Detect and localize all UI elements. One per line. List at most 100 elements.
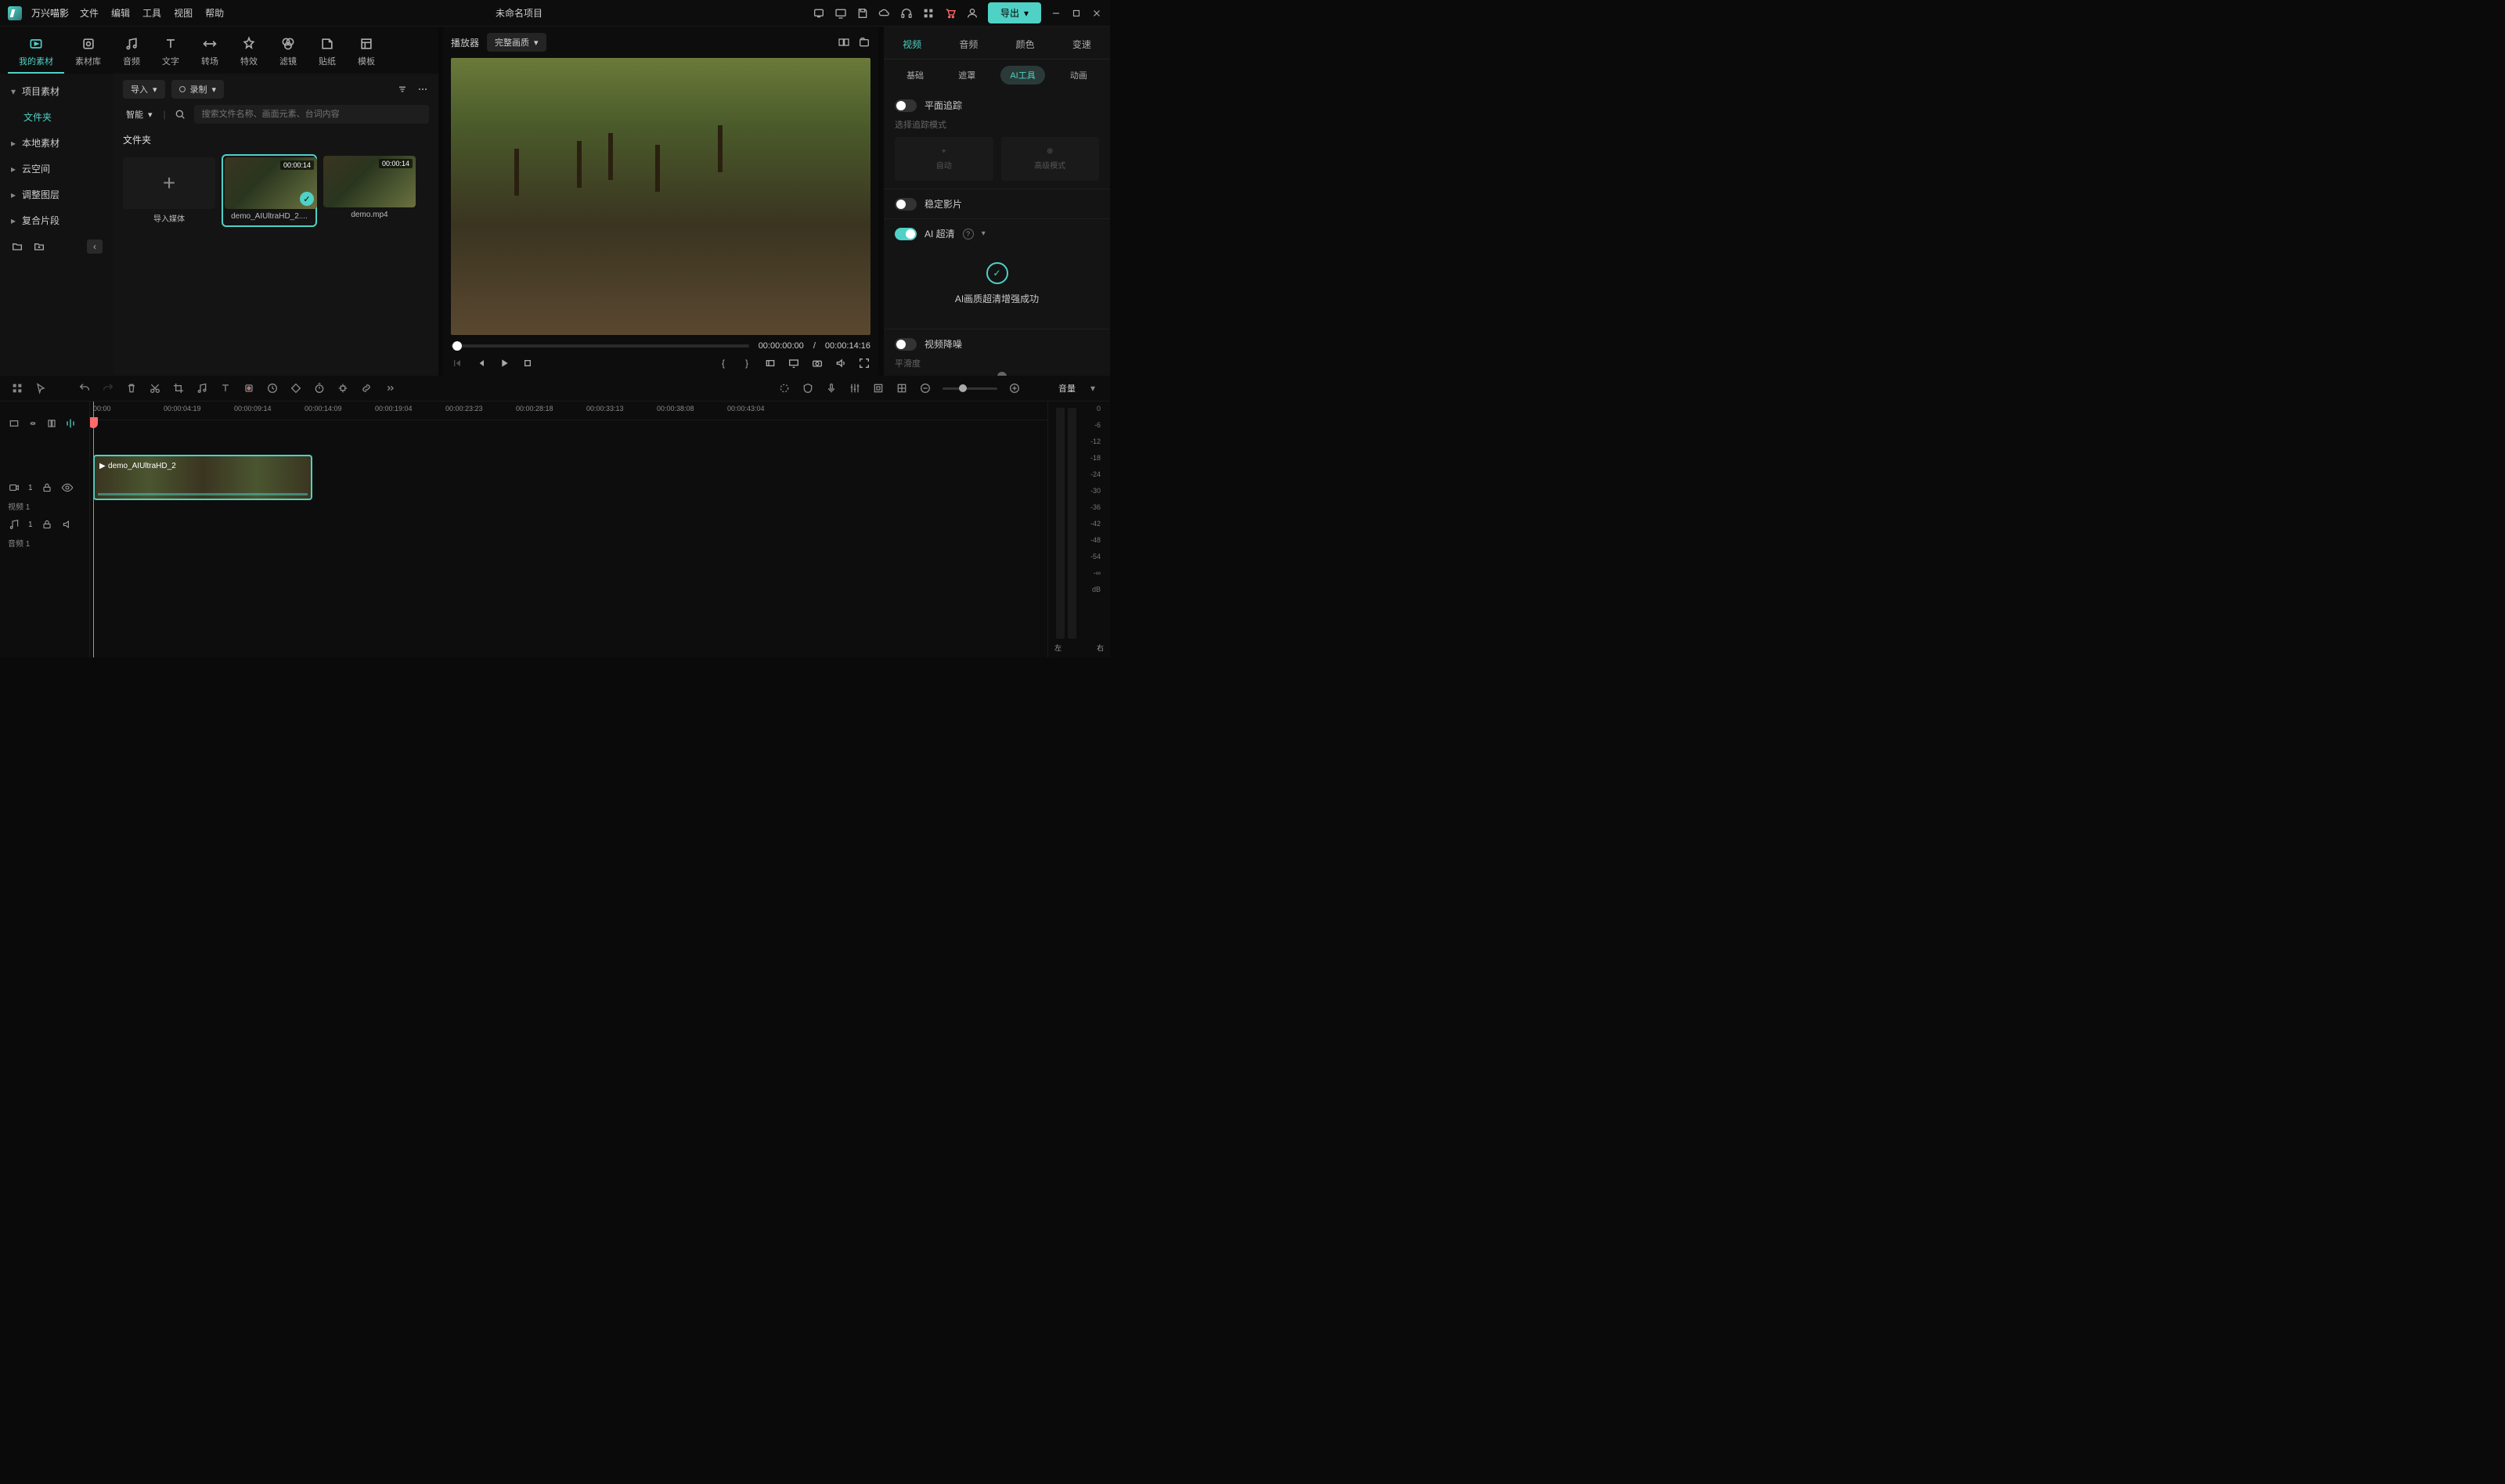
timeline-ruler[interactable]: 00:00 00:00:04:19 00:00:09:14 00:00:14:0… <box>90 402 1047 420</box>
more-icon[interactable] <box>416 83 429 95</box>
menu-help[interactable]: 帮助 <box>204 3 225 23</box>
layout-icon[interactable] <box>11 382 23 394</box>
audio-track-header[interactable]: 1 <box>0 512 89 537</box>
scrub-handle[interactable] <box>452 341 462 351</box>
undo-icon[interactable] <box>78 382 91 394</box>
timer-icon[interactable] <box>313 382 326 394</box>
tl-opt1-icon[interactable] <box>8 417 20 430</box>
compare-icon[interactable] <box>838 36 850 49</box>
pointer-icon[interactable] <box>34 382 47 394</box>
shield-icon[interactable] <box>802 382 814 394</box>
crop-icon[interactable] <box>172 382 185 394</box>
ai-tool-icon[interactable] <box>337 382 349 394</box>
collapse-sidebar-icon[interactable]: ‹ <box>87 240 103 254</box>
marker-icon[interactable] <box>778 382 791 394</box>
speed-tool-icon[interactable] <box>266 382 279 394</box>
save-icon[interactable] <box>856 7 869 20</box>
rp-subtab-animation[interactable]: 动画 <box>1061 66 1097 85</box>
record-dropdown[interactable]: 录制▾ <box>171 80 225 99</box>
timeline-clip[interactable]: ▶ demo_AIUltraHD_2 <box>93 455 312 500</box>
sidebar-item-local[interactable]: ▸本地素材 <box>0 130 114 156</box>
media-clip-1[interactable]: 00:00:14 ✓ demo_AIUltraHD_2.... <box>223 156 315 225</box>
rp-tab-audio[interactable]: 音频 <box>954 34 982 54</box>
menu-edit[interactable]: 编辑 <box>110 3 132 23</box>
tl-opt4-icon[interactable] <box>64 417 77 430</box>
video-preview[interactable] <box>451 58 870 335</box>
apps-icon[interactable] <box>922 7 935 20</box>
tab-effects[interactable]: 特效 <box>229 31 269 74</box>
rp-subtab-ai[interactable]: AI工具 <box>1000 66 1044 85</box>
menu-view[interactable]: 视图 <box>172 3 194 23</box>
stabilize-toggle[interactable] <box>895 198 917 211</box>
zoom-out-icon[interactable] <box>919 382 932 394</box>
rp-tab-color[interactable]: 颜色 <box>1011 34 1040 54</box>
tab-stickers[interactable]: 贴纸 <box>308 31 347 74</box>
maximize-icon[interactable] <box>1071 8 1082 19</box>
stop-icon[interactable] <box>521 357 534 369</box>
volume-icon[interactable] <box>834 357 847 369</box>
volume-dropdown-icon[interactable]: ▾ <box>1087 382 1099 394</box>
display-icon[interactable] <box>788 357 800 369</box>
mark-in-icon[interactable]: { <box>717 357 730 369</box>
mark-out-icon[interactable]: } <box>741 357 753 369</box>
sidebar-item-folder[interactable]: 文件夹 <box>0 104 114 130</box>
scrub-bar[interactable] <box>451 344 749 348</box>
headphones-icon[interactable] <box>900 7 913 20</box>
prev-frame-icon[interactable] <box>451 357 463 369</box>
delete-icon[interactable] <box>125 382 138 394</box>
tl-opt3-icon[interactable] <box>45 417 58 430</box>
sidebar-item-adjustment[interactable]: ▸调整图层 <box>0 182 114 207</box>
tab-stock[interactable]: 素材库 <box>64 31 112 74</box>
mic-icon[interactable] <box>825 382 838 394</box>
eye-icon[interactable] <box>61 481 74 494</box>
step-back-icon[interactable] <box>474 357 487 369</box>
tab-transitions[interactable]: 转场 <box>190 31 229 74</box>
screen-icon[interactable] <box>834 7 847 20</box>
cloud-icon[interactable] <box>878 7 891 20</box>
close-icon[interactable] <box>1091 8 1102 19</box>
timeline-tracks[interactable]: 00:00 00:00:04:19 00:00:09:14 00:00:14:0… <box>90 402 1047 657</box>
mixer-icon[interactable] <box>849 382 861 394</box>
camera-icon[interactable] <box>811 357 824 369</box>
minimize-icon[interactable] <box>1051 8 1061 19</box>
snapshot-icon[interactable] <box>858 36 870 49</box>
user-icon[interactable] <box>966 7 979 20</box>
export-button[interactable]: 导出 ▾ <box>988 2 1041 23</box>
fullscreen-icon[interactable] <box>858 357 870 369</box>
tab-text[interactable]: 文字 <box>151 31 190 74</box>
sort-icon[interactable] <box>396 83 409 95</box>
tab-my-media[interactable]: 我的素材 <box>8 31 64 74</box>
cart-icon[interactable] <box>944 7 957 20</box>
redo-icon[interactable] <box>102 382 114 394</box>
device-icon[interactable] <box>813 7 825 20</box>
tracking-mode-auto[interactable]: ⌖自动 <box>895 137 993 181</box>
sidebar-item-project[interactable]: ▾项目素材 <box>0 78 114 104</box>
folder-icon[interactable] <box>33 240 45 253</box>
rp-subtab-mask[interactable]: 遮罩 <box>949 66 985 85</box>
help-icon[interactable]: ? <box>963 229 974 240</box>
planar-tracking-toggle[interactable] <box>895 99 917 112</box>
lock-icon[interactable] <box>41 518 53 531</box>
quality-dropdown[interactable]: 完整画质▾ <box>487 33 546 52</box>
tab-filters[interactable]: 滤镜 <box>269 31 308 74</box>
chevron-down-icon[interactable]: ▾ <box>982 229 986 238</box>
playhead[interactable] <box>93 402 94 657</box>
grid-icon[interactable] <box>896 382 908 394</box>
keyframe-icon[interactable] <box>290 382 302 394</box>
video-track-header[interactable]: 1 <box>0 475 89 500</box>
music-icon[interactable] <box>196 382 208 394</box>
denoise-toggle[interactable] <box>895 338 917 351</box>
menu-tools[interactable]: 工具 <box>141 3 163 23</box>
smart-dropdown[interactable]: 智能▾ <box>123 106 156 122</box>
import-dropdown[interactable]: 导入▾ <box>123 80 165 99</box>
zoom-in-icon[interactable] <box>1008 382 1021 394</box>
lock-icon[interactable] <box>41 481 53 494</box>
tl-opt2-icon[interactable] <box>27 417 39 430</box>
ai-ultra-toggle[interactable] <box>895 228 917 240</box>
new-folder-icon[interactable] <box>11 240 23 253</box>
media-clip-2[interactable]: 00:00:14 demo.mp4 <box>323 156 416 224</box>
slider-thumb[interactable] <box>997 372 1007 376</box>
menu-file[interactable]: 文件 <box>78 3 100 23</box>
sidebar-item-compound[interactable]: ▸复合片段 <box>0 207 114 233</box>
ratio-icon[interactable] <box>764 357 777 369</box>
